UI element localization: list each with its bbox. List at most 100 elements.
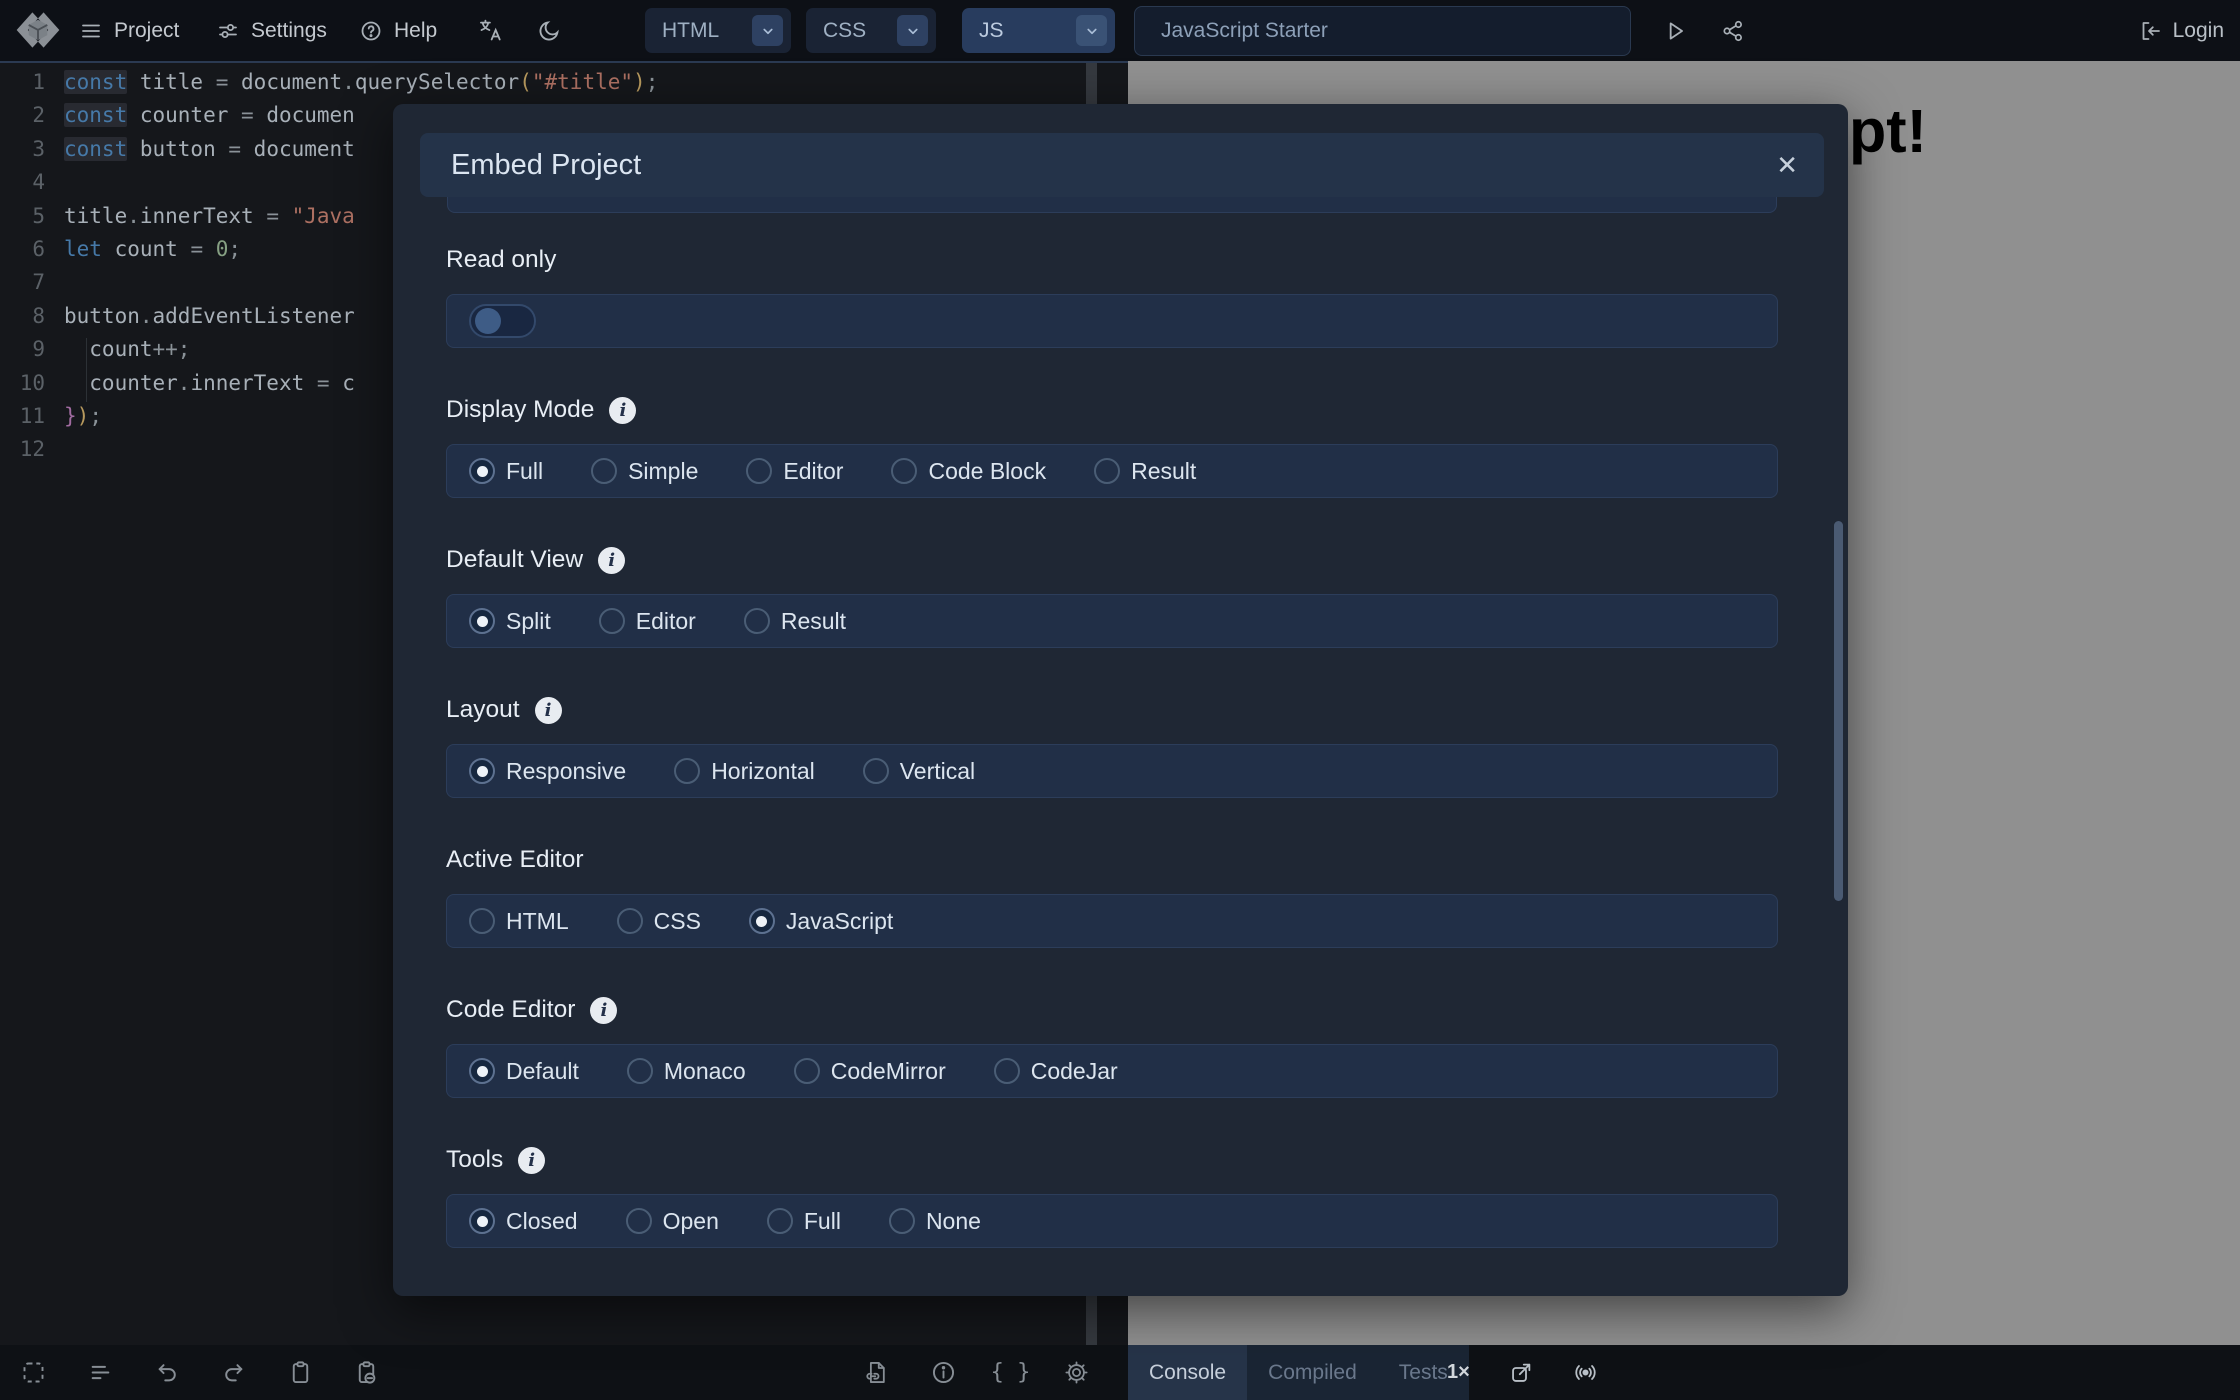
custom-settings-icon[interactable]: { }	[997, 1359, 1024, 1386]
tab-compiled[interactable]: Compiled	[1247, 1345, 1378, 1400]
tab-console[interactable]: Console	[1128, 1345, 1247, 1400]
code-token: innerText	[190, 371, 316, 395]
section-label: Default View	[446, 546, 583, 574]
indent-guide	[86, 338, 87, 402]
code-token: =	[228, 137, 253, 161]
close-icon[interactable]: ✕	[1776, 150, 1824, 181]
radio-circle	[469, 608, 495, 634]
select-css[interactable]: CSS	[806, 8, 936, 53]
open-in-new-window-icon[interactable]	[1508, 1359, 1535, 1386]
radio-circle	[617, 908, 643, 934]
radio-circle	[599, 608, 625, 634]
code-token: count	[102, 237, 191, 261]
radio-tools-closed[interactable]: Closed	[469, 1208, 578, 1235]
radio-default-view-split[interactable]: Split	[469, 608, 551, 635]
radio-circle	[1094, 458, 1120, 484]
code-token: .	[140, 304, 153, 328]
format-icon[interactable]	[87, 1359, 114, 1386]
radio-label: Default	[506, 1058, 579, 1085]
radio-default-view-result[interactable]: Result	[744, 608, 846, 635]
section-label-row: Read only	[446, 245, 1778, 275]
radio-label: CSS	[654, 908, 701, 935]
run-icon[interactable]	[1662, 18, 1688, 44]
line-number: 12	[0, 433, 64, 466]
radio-active-editor-javascript[interactable]: JavaScript	[749, 908, 893, 935]
broadcast-icon[interactable]	[1572, 1359, 1599, 1386]
radio-label: JavaScript	[786, 908, 893, 935]
radio-label: Result	[1131, 458, 1196, 485]
section-box-default-view: Split Editor Result	[446, 594, 1778, 648]
select-html[interactable]: HTML	[645, 8, 791, 53]
project-info-icon[interactable]	[930, 1359, 957, 1386]
external-resources-icon[interactable]	[863, 1359, 890, 1386]
line-number: 5	[0, 200, 64, 233]
code-token: )	[633, 70, 646, 94]
radio-circle	[591, 458, 617, 484]
info-icon[interactable]: i	[598, 547, 625, 574]
code-token: let	[64, 237, 102, 261]
read-only-toggle[interactable]	[469, 304, 536, 338]
radio-label: Simple	[628, 458, 698, 485]
radio-circle	[889, 1208, 915, 1234]
radio-active-editor-css[interactable]: CSS	[617, 908, 701, 935]
info-icon[interactable]: i	[590, 997, 617, 1024]
copy-icon[interactable]	[287, 1359, 314, 1386]
code-token: button	[127, 137, 228, 161]
radio-label: Editor	[636, 608, 696, 635]
chevron-down-icon[interactable]	[1076, 15, 1107, 46]
share-icon[interactable]	[1720, 18, 1746, 44]
code-token: =	[216, 70, 241, 94]
radio-active-editor-html[interactable]: HTML	[469, 908, 569, 935]
radio-label: Closed	[506, 1208, 578, 1235]
radio-circle	[626, 1208, 652, 1234]
code-token: document	[241, 70, 342, 94]
code-token: counter	[127, 103, 241, 127]
radio-circle	[744, 608, 770, 634]
radio-tools-open[interactable]: Open	[626, 1208, 719, 1235]
radio-code-editor-default[interactable]: Default	[469, 1058, 579, 1085]
info-icon[interactable]: i	[609, 397, 636, 424]
radio-default-view-editor[interactable]: Editor	[599, 608, 696, 635]
result-zoom-label[interactable]: 1×	[1447, 1345, 1470, 1400]
paste-icon[interactable]	[353, 1359, 380, 1386]
radio-code-editor-monaco[interactable]: Monaco	[627, 1058, 746, 1085]
radio-display-mode-code-block[interactable]: Code Block	[891, 458, 1046, 485]
radio-display-mode-result[interactable]: Result	[1094, 458, 1196, 485]
radio-circle	[469, 1058, 495, 1084]
line-number: 1	[0, 66, 64, 99]
section-label: Active Editor	[446, 846, 584, 874]
line-text: const title = document.querySelector("#t…	[64, 66, 1086, 99]
bottom-toolbar: { } ConsoleCompiledTests 1×	[0, 1345, 2240, 1400]
radio-label: None	[926, 1208, 981, 1235]
code-token: count	[64, 337, 153, 361]
radio-tools-none[interactable]: None	[889, 1208, 981, 1235]
radio-code-editor-codejar[interactable]: CodeJar	[994, 1058, 1118, 1085]
info-icon[interactable]: i	[535, 697, 562, 724]
select-all-icon[interactable]	[20, 1359, 47, 1386]
redo-icon[interactable]	[220, 1359, 247, 1386]
login-icon	[2139, 19, 2163, 43]
modal-scrollbar-thumb[interactable]	[1834, 521, 1843, 901]
login-button[interactable]: Login	[2139, 0, 2224, 61]
chevron-down-icon[interactable]	[897, 15, 928, 46]
section-box-active-editor: HTML CSS JavaScript	[446, 894, 1778, 948]
radio-code-editor-codemirror[interactable]: CodeMirror	[794, 1058, 946, 1085]
editor-settings-icon[interactable]	[1063, 1359, 1090, 1386]
radio-layout-horizontal[interactable]: Horizontal	[674, 758, 815, 785]
editor-top-border	[0, 61, 1128, 63]
radio-layout-vertical[interactable]: Vertical	[863, 758, 975, 785]
code-token: const	[64, 70, 127, 94]
radio-circle	[767, 1208, 793, 1234]
select-js[interactable]: JS	[962, 8, 1115, 53]
radio-display-mode-simple[interactable]: Simple	[591, 458, 698, 485]
section-label-row: Display Modei	[446, 395, 1778, 425]
chevron-down-icon[interactable]	[752, 15, 783, 46]
radio-tools-full[interactable]: Full	[767, 1208, 841, 1235]
project-title-input[interactable]: JavaScript Starter	[1134, 6, 1631, 56]
line-number: 7	[0, 266, 64, 299]
radio-layout-responsive[interactable]: Responsive	[469, 758, 626, 785]
radio-display-mode-full[interactable]: Full	[469, 458, 543, 485]
undo-icon[interactable]	[154, 1359, 181, 1386]
info-icon[interactable]: i	[518, 1147, 545, 1174]
radio-display-mode-editor[interactable]: Editor	[746, 458, 843, 485]
